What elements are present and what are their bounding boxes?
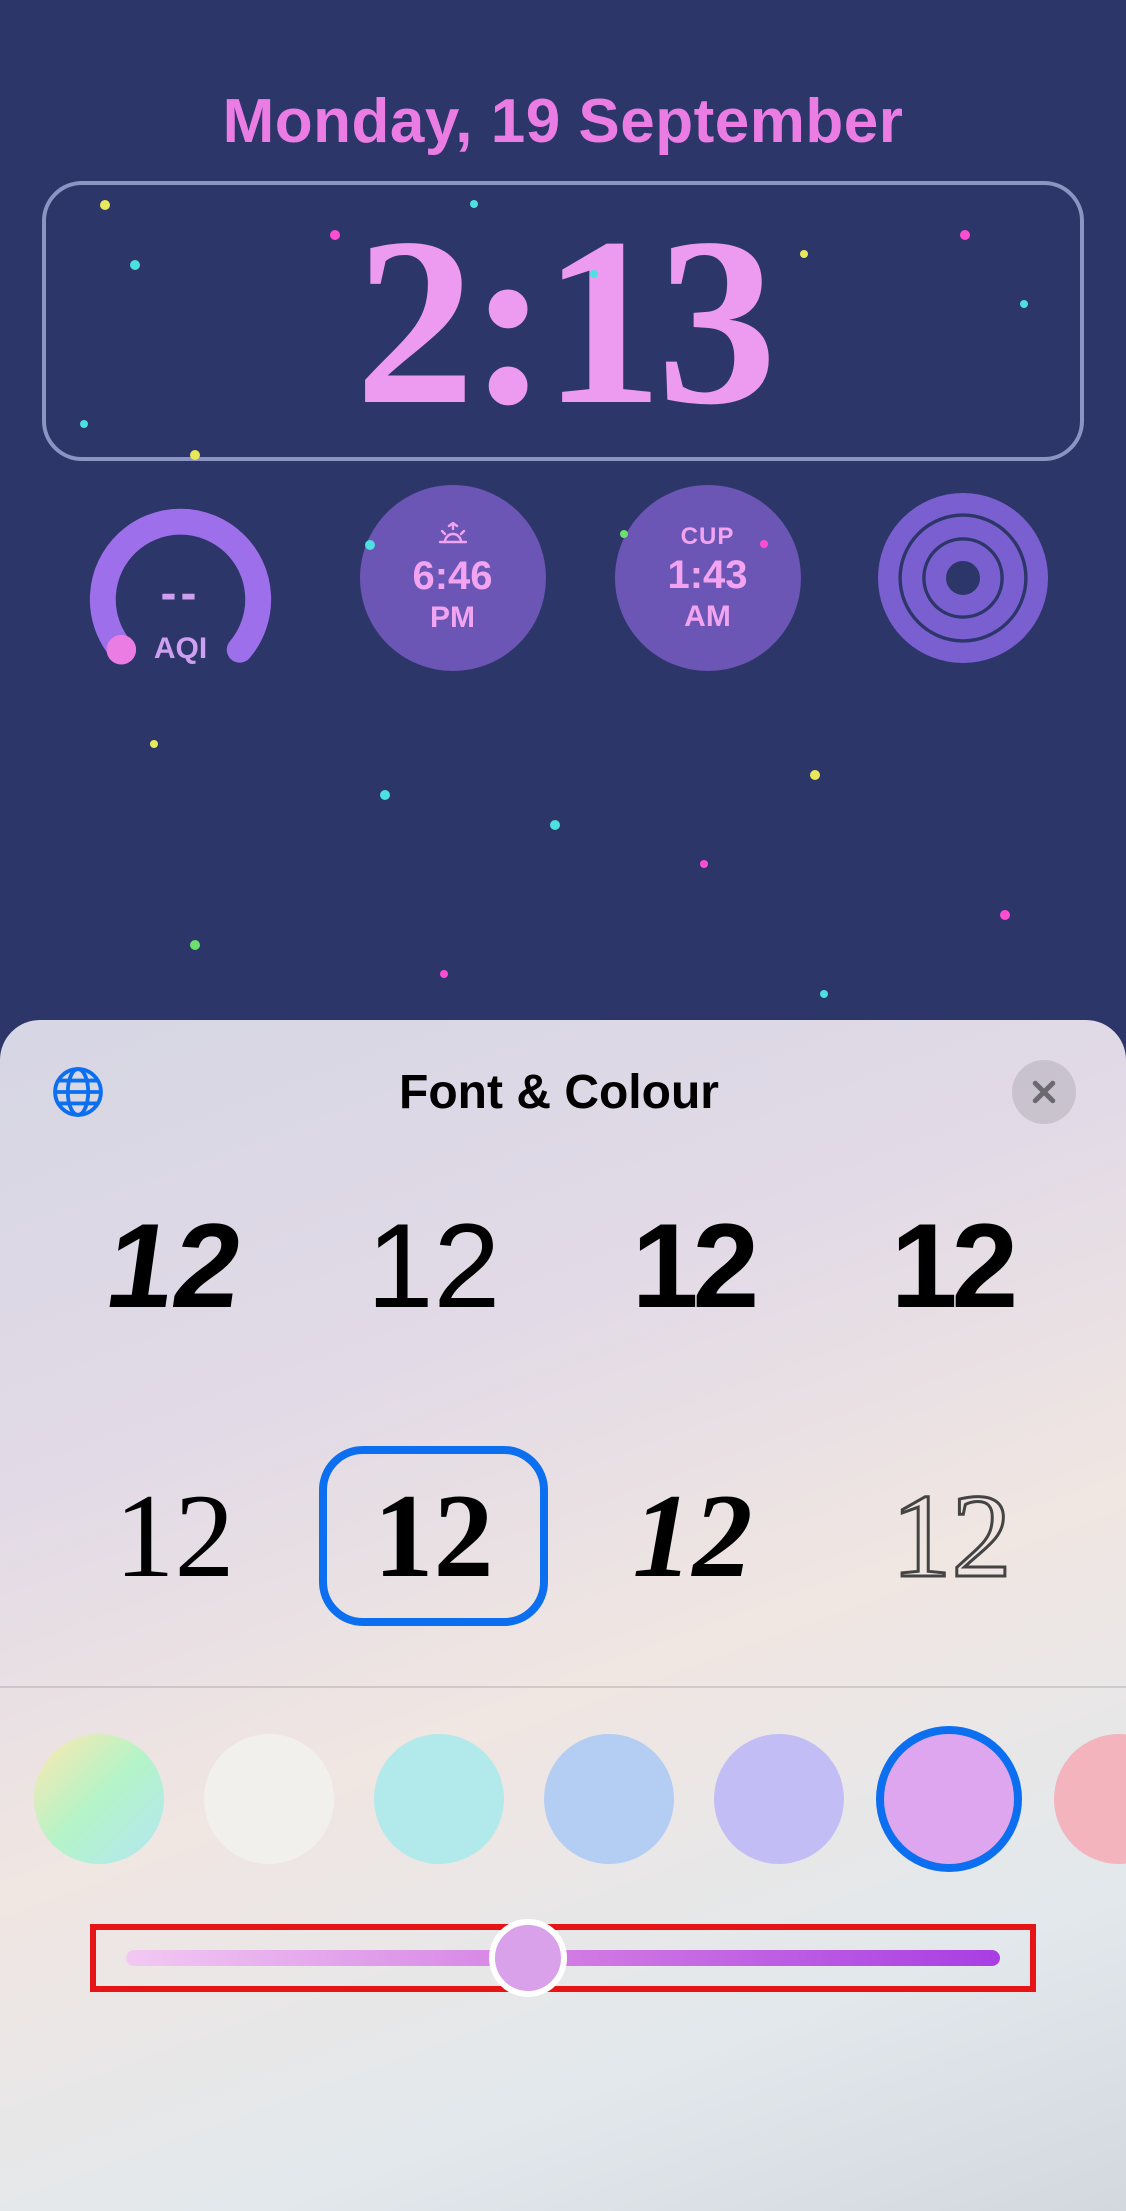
worldclock-time: 1:43 [667,553,747,598]
colour-swatch-6[interactable] [884,1734,1014,1864]
star-dot [190,450,200,460]
font-option-3[interactable]: 12 [578,1176,807,1356]
globe-icon[interactable] [50,1064,106,1120]
colour-swatches [0,1688,1126,1904]
font-colour-sheet: Font & Colour 12 12 12 12 12 12 12 12 [0,1020,1126,2211]
star-dot [960,230,970,240]
star-dot [190,940,200,950]
worldclock-city: CUP [681,523,735,551]
star-dot [1020,300,1028,308]
font-option-8[interactable]: 12 [837,1446,1066,1626]
lockscreen-time: 2:13 [355,201,771,441]
star-dot [700,860,708,868]
star-dot [800,250,808,258]
star-dot [380,790,390,800]
colour-slider-thumb[interactable] [489,1919,567,1997]
font-option-5[interactable]: 12 [60,1446,289,1626]
font-option-1[interactable]: 12 [47,1176,301,1356]
widget-aqi[interactable]: -- AQI [71,508,291,648]
widgets-row: -- AQI 6:46 PM CUP 1:43 AM [0,461,1126,671]
star-dot [440,970,448,978]
star-dot [760,540,768,548]
font-grid: 12 12 12 12 12 12 12 12 [0,1136,1126,1686]
star-dot [620,530,628,538]
lockscreen-date[interactable]: Monday, 19 September [0,0,1126,157]
close-button[interactable] [1012,1060,1076,1124]
font-option-4[interactable]: 12 [837,1176,1066,1356]
star-dot [470,200,478,208]
sunset-icon [436,522,470,552]
sheet-title: Font & Colour [399,1065,719,1120]
widget-activity-rings[interactable] [870,485,1056,671]
sunset-period: PM [430,601,475,635]
lockscreen-time-box[interactable]: 2:13 [42,181,1084,461]
star-dot [330,230,340,240]
worldclock-period: AM [684,600,731,634]
font-option-6[interactable]: 12 [319,1446,548,1626]
star-dot [130,260,140,270]
star-dot [365,540,375,550]
colour-swatch-7[interactable] [1054,1734,1126,1864]
colour-swatch-5[interactable] [714,1734,844,1864]
widget-worldclock[interactable]: CUP 1:43 AM [615,485,801,671]
font-option-7[interactable]: 12 [578,1446,807,1626]
sunset-time: 6:46 [412,554,492,599]
star-dot [1000,910,1010,920]
star-dot [810,770,820,780]
star-dot [150,740,158,748]
star-dot [80,420,88,428]
aqi-value: -- [88,566,273,621]
star-dot [590,270,598,278]
colour-swatch-2[interactable] [204,1734,334,1864]
star-dot [820,990,828,998]
star-dot [550,820,560,830]
aqi-label: AQI [88,632,273,666]
font-option-2[interactable]: 12 [319,1176,548,1356]
star-dot [100,200,110,210]
colour-slider[interactable] [126,1950,1000,1966]
colour-swatch-3[interactable] [374,1734,504,1864]
widget-sunset[interactable]: 6:46 PM [360,485,546,671]
lockscreen-area: Monday, 19 September 2:13 -- AQI [0,0,1126,1020]
colour-slider-annotation-box [90,1924,1036,1992]
colour-swatch-1[interactable] [34,1734,164,1864]
colour-swatch-4[interactable] [544,1734,674,1864]
